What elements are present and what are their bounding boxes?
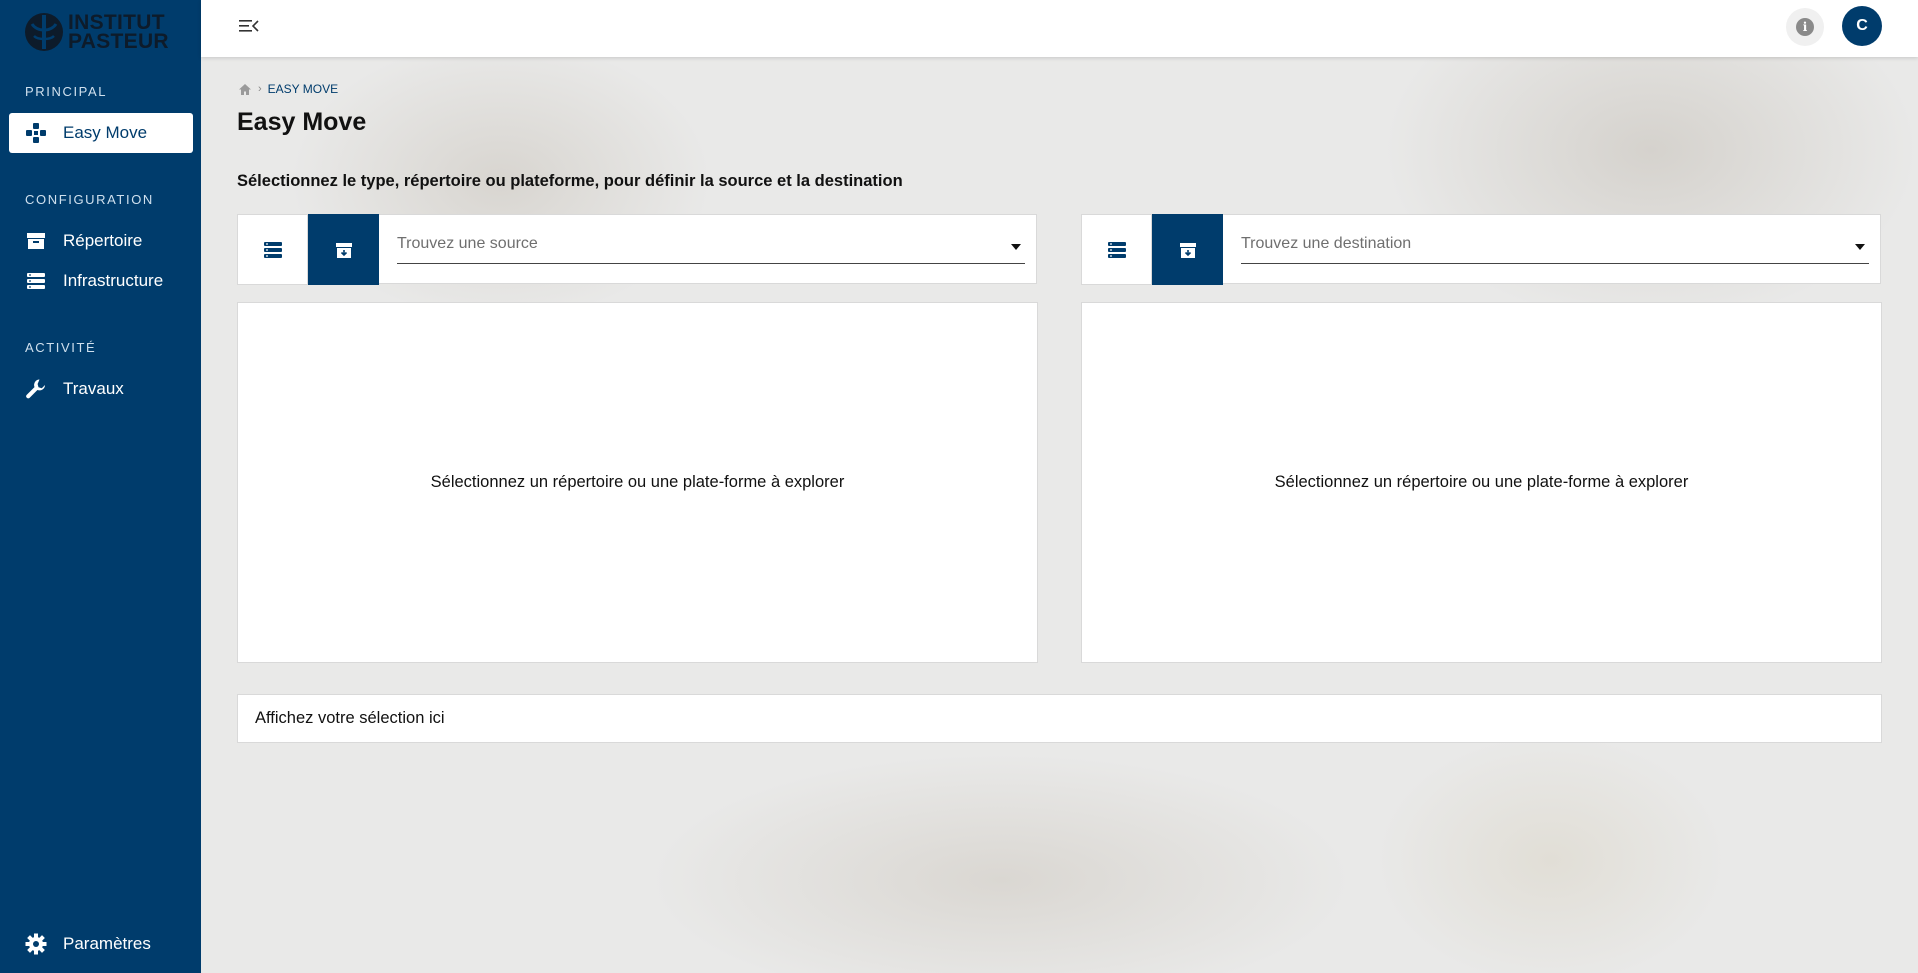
source-placeholder: Trouvez une source <box>397 235 538 252</box>
source-empty-message: Sélectionnez un répertoire ou une plate-… <box>430 473 845 491</box>
sidebar-item-label: Paramètres <box>63 934 151 953</box>
sidebar-item-parametres[interactable]: Paramètres <box>9 924 193 964</box>
home-icon[interactable] <box>238 83 252 96</box>
info-button[interactable]: i <box>1786 8 1824 46</box>
breadcrumb-separator: › <box>258 83 262 95</box>
wrench-icon <box>24 377 48 401</box>
sidebar-item-label: Répertoire <box>63 231 143 250</box>
source-type-directory-button[interactable] <box>308 214 379 285</box>
destination-type-directory-button[interactable] <box>1152 214 1223 285</box>
sidebar-item-repertoire[interactable]: Répertoire <box>9 221 193 261</box>
source-picker: Trouvez une source <box>237 214 1037 285</box>
destination-search-input[interactable]: Trouvez une destination <box>1241 231 1869 264</box>
selection-bar[interactable]: Affichez votre sélection ici <box>237 694 1882 743</box>
logo-text-line2: PASTEUR <box>68 30 169 53</box>
server-icon <box>1107 241 1126 258</box>
info-icon: i <box>1796 18 1814 36</box>
archive-icon <box>24 229 48 253</box>
destination-picker: Trouvez une destination <box>1081 214 1881 285</box>
page-title: Easy Move <box>237 108 367 136</box>
archive-icon <box>335 242 352 258</box>
avatar[interactable]: C <box>1842 6 1882 46</box>
gear-icon <box>24 932 48 956</box>
chevron-down-icon[interactable] <box>1855 244 1865 250</box>
breadcrumb-current: EASY MOVE <box>267 82 339 96</box>
instructions-text: Sélectionnez le type, répertoire ou plat… <box>237 172 903 190</box>
sidebar-item-travaux[interactable]: Travaux <box>9 369 193 409</box>
source-type-platform-button[interactable] <box>237 214 308 285</box>
sidebar-item-infrastructure[interactable]: Infrastructure <box>9 261 193 301</box>
top-bar: i C <box>201 0 1918 57</box>
chevron-down-icon[interactable] <box>1011 244 1021 250</box>
institut-pasteur-logo[interactable]: INSTITUT PASTEUR <box>24 10 176 54</box>
server-icon <box>24 269 48 293</box>
sidebar-item-label: Easy Move <box>63 123 148 142</box>
source-search-input[interactable]: Trouvez une source <box>397 231 1025 264</box>
menu-collapse-icon[interactable] <box>238 15 262 39</box>
sidebar: INSTITUT PASTEUR PRINCIPAL Easy Move CON… <box>0 0 201 973</box>
section-title-activite: ACTIVITÉ <box>25 340 97 355</box>
archive-icon <box>1179 242 1196 258</box>
section-title-configuration: CONFIGURATION <box>25 192 154 207</box>
section-title-principal: PRINCIPAL <box>25 84 108 99</box>
gamepad-icon <box>24 121 48 145</box>
destination-explorer-panel: Sélectionnez un répertoire ou une plate-… <box>1081 302 1882 663</box>
breadcrumb: › EASY MOVE <box>238 82 338 96</box>
sidebar-item-easy-move[interactable]: Easy Move <box>9 113 193 153</box>
destination-placeholder: Trouvez une destination <box>1241 235 1412 252</box>
sidebar-item-label: Infrastructure <box>63 271 164 290</box>
source-explorer-panel: Sélectionnez un répertoire ou une plate-… <box>237 302 1038 663</box>
selection-label: Affichez votre sélection ici <box>255 709 445 727</box>
sidebar-item-label: Travaux <box>63 379 124 398</box>
destination-empty-message: Sélectionnez un répertoire ou une plate-… <box>1274 473 1689 491</box>
server-icon <box>263 241 282 258</box>
main-content: i C › EASY MOVE Easy Move Sélectionnez l… <box>201 0 1918 973</box>
destination-type-platform-button[interactable] <box>1081 214 1152 285</box>
